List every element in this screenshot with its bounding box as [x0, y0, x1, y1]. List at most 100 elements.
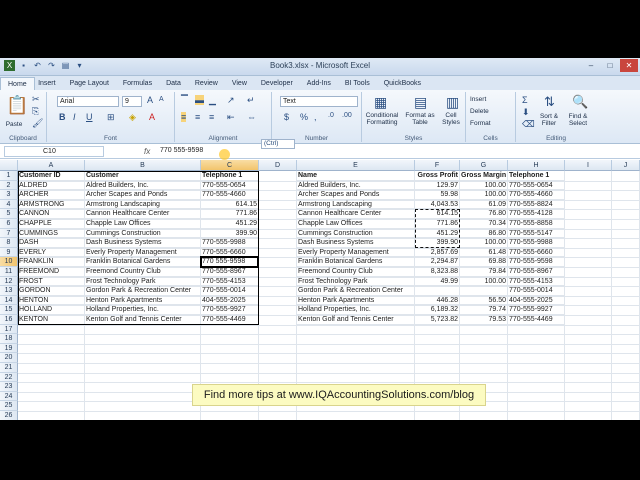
row-header-19[interactable]: 19 [0, 343, 18, 354]
table-cell[interactable]: 770-555-8824 [508, 199, 565, 210]
align-left-icon[interactable]: ≡ [181, 112, 187, 122]
table-cell[interactable]: 100.00 [460, 180, 508, 191]
orientation-icon[interactable]: ↗ [227, 95, 235, 106]
table-cell[interactable]: 59.98 [415, 190, 460, 200]
table-cell[interactable]: Freemond Country Club [297, 267, 415, 277]
table-cell[interactable]: 770-555-0654 [201, 180, 259, 191]
sort-filter-icon[interactable]: ⇅ [544, 94, 555, 110]
shrink-font-icon[interactable]: A [159, 96, 164, 103]
close-icon[interactable]: ✕ [620, 59, 638, 72]
table-cell[interactable]: 770-555-0014 [201, 286, 259, 296]
table-cell[interactable]: 771.86 [415, 219, 460, 229]
table-cell[interactable]: 770-555-4469 [201, 315, 259, 325]
table-cell[interactable]: Gordon Park & Recreation Center [297, 286, 415, 296]
row-header-21[interactable]: 21 [0, 363, 18, 373]
column-header-i[interactable]: I [565, 160, 612, 171]
table-cell[interactable]: 79.84 [460, 267, 508, 277]
table-cell[interactable]: 100.00 [460, 238, 508, 248]
align-top-icon[interactable]: ▔ [181, 95, 188, 106]
row-header-5[interactable]: 5 [0, 209, 18, 219]
row-header-12[interactable]: 12 [0, 276, 18, 287]
copy-icon[interactable]: ⎘ [32, 106, 39, 117]
name-box[interactable]: C10 [4, 146, 104, 157]
column-header-f[interactable]: F [415, 160, 460, 171]
table-cell[interactable]: 770-555-4469 [508, 315, 565, 325]
increase-decimal-icon[interactable]: .0 [328, 112, 334, 119]
table-cell[interactable]: Freemond Country Club [85, 267, 201, 277]
row-header-13[interactable]: 13 [0, 286, 18, 296]
column-header-j[interactable]: J [612, 160, 640, 171]
wrap-text-icon[interactable]: ↵ [247, 95, 255, 106]
table-cell[interactable]: Armstrong Landscaping [85, 199, 201, 210]
table-cell[interactable]: 61.48 [460, 247, 508, 258]
table-cell[interactable]: Henton Park Apartments [85, 295, 201, 306]
row-header-17[interactable]: 17 [0, 324, 18, 335]
table-cell[interactable]: Dash Business Systems [85, 238, 201, 248]
table-cell[interactable]: 614.15 [415, 209, 460, 219]
table-cell[interactable]: Franklin Botanical Gardens [85, 257, 201, 267]
minimize-icon[interactable]: – [582, 59, 600, 72]
table-cell[interactable]: Holland Properties, Inc. [297, 305, 415, 315]
paste-options-button[interactable]: (Ctrl) [261, 139, 295, 149]
header-cell[interactable]: Customer [85, 171, 201, 181]
table-cell[interactable]: 770-555-8858 [508, 219, 565, 229]
table-cell[interactable]: 770-555-4660 [201, 190, 259, 200]
insert-cells-button[interactable]: Insert [470, 96, 486, 103]
table-cell[interactable]: Everly Property Management [85, 247, 201, 258]
header-cell[interactable]: Telephone 1 [508, 171, 565, 181]
table-cell[interactable]: Cannon Healthcare Center [85, 209, 201, 219]
bold-icon[interactable]: B [59, 112, 66, 122]
align-middle-icon[interactable]: ▬ [195, 95, 204, 105]
tab-data[interactable]: Data [159, 77, 188, 90]
table-cell[interactable]: 404-555-2025 [201, 295, 259, 306]
table-cell[interactable]: 451.29 [201, 219, 259, 229]
table-cell[interactable]: 100.00 [460, 276, 508, 287]
table-cell[interactable]: Aldred Builders, Inc. [85, 180, 201, 191]
table-cell[interactable]: 61.09 [460, 199, 508, 210]
row-header-24[interactable]: 24 [0, 391, 18, 402]
delete-cells-button[interactable]: Delete [470, 108, 489, 115]
align-right-icon[interactable]: ≡ [209, 112, 214, 122]
row-header-16[interactable]: 16 [0, 315, 18, 325]
table-cell[interactable]: HENTON [18, 295, 85, 306]
table-cell[interactable]: 76.80 [460, 209, 508, 219]
table-cell[interactable]: 770-555-8967 [508, 267, 565, 277]
align-bottom-icon[interactable]: ▁ [209, 95, 216, 106]
conditional-formatting-icon[interactable]: ▦ [374, 94, 387, 111]
percent-icon[interactable]: % [300, 112, 308, 122]
row-header-10[interactable]: 10 [0, 257, 18, 267]
table-cell[interactable]: Holland Properties, Inc. [85, 305, 201, 315]
row-header-20[interactable]: 20 [0, 353, 18, 363]
paste-button[interactable]: Paste [3, 121, 25, 128]
tab-developer[interactable]: Developer [254, 77, 300, 90]
table-cell[interactable]: Franklin Botanical Gardens [297, 257, 415, 267]
grow-font-icon[interactable]: A [147, 95, 153, 105]
row-header-9[interactable]: 9 [0, 247, 18, 258]
table-cell[interactable]: Chapple Law Offices [297, 219, 415, 229]
table-cell[interactable]: 5,723.82 [415, 315, 460, 325]
tab-quickbooks[interactable]: QuickBooks [377, 77, 428, 90]
font-name-combo[interactable]: Arial [57, 96, 119, 107]
row-header-7[interactable]: 7 [0, 228, 18, 239]
row-header-4[interactable]: 4 [0, 199, 18, 210]
table-cell[interactable]: DASH [18, 238, 85, 248]
table-cell[interactable]: HOLLAND [18, 305, 85, 315]
row-header-15[interactable]: 15 [0, 305, 18, 315]
table-cell[interactable]: 49.99 [415, 276, 460, 287]
maximize-icon[interactable]: □ [601, 59, 619, 72]
table-cell[interactable]: 771.86 [201, 209, 259, 219]
row-header-22[interactable]: 22 [0, 372, 18, 383]
row-header-1[interactable]: 1 [0, 171, 18, 181]
currency-icon[interactable]: $ [284, 112, 289, 122]
table-cell[interactable]: 129.97 [415, 180, 460, 191]
row-header-6[interactable]: 6 [0, 219, 18, 229]
tab-bi-tools[interactable]: BI Tools [338, 77, 377, 90]
format-as-table-button[interactable]: Format as Table [402, 112, 438, 126]
table-cell[interactable]: 2,294.87 [415, 257, 460, 267]
table-cell[interactable]: 770-555-6660 [508, 247, 565, 258]
row-header-3[interactable]: 3 [0, 190, 18, 200]
number-format-combo[interactable]: Text [280, 96, 358, 107]
header-cell[interactable]: Customer ID [18, 171, 85, 181]
table-cell[interactable]: Cummings Construction [297, 228, 415, 239]
table-cell[interactable]: ALDRED [18, 180, 85, 191]
